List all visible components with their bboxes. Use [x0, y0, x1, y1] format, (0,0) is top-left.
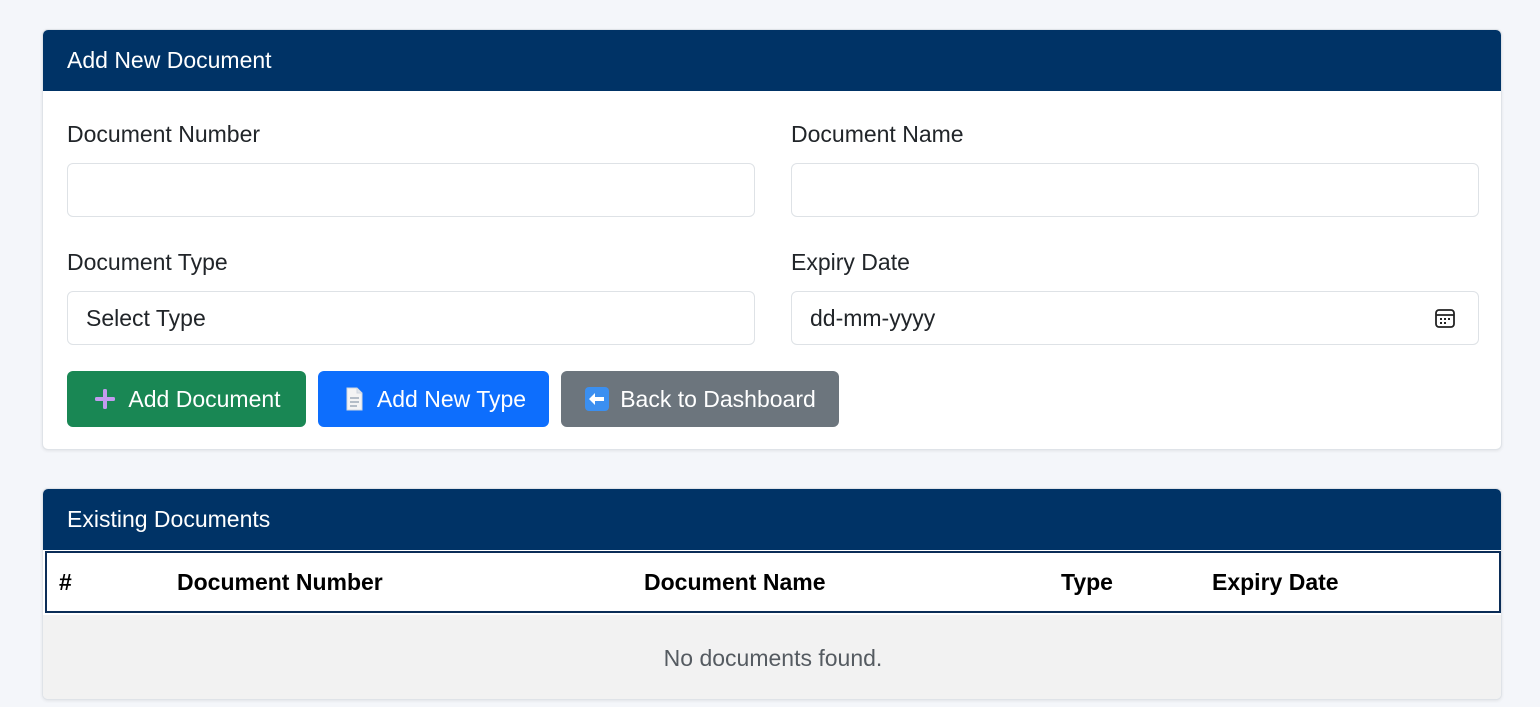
add-document-card: Add New Document Document Number Documen… [42, 29, 1502, 450]
empty-table-message: No documents found. [43, 615, 1501, 699]
add-document-title: Add New Document [67, 47, 272, 73]
back-to-dashboard-button[interactable]: Back to Dashboard [561, 371, 839, 427]
existing-documents-title: Existing Documents [67, 506, 271, 532]
column-header-document-number: Document Number [177, 568, 383, 595]
left-arrow-icon [585, 387, 610, 411]
add-document-button-label: Add Document [128, 385, 281, 412]
expiry-date-label: Expiry Date [791, 249, 910, 275]
add-document-header: Add New Document [43, 30, 1501, 91]
document-number-label: Document Number [67, 121, 261, 147]
column-header-document-name: Document Name [644, 568, 826, 595]
document-name-label: Document Name [791, 121, 964, 147]
add-new-type-button[interactable]: Add New Type [318, 371, 549, 427]
back-to-dashboard-button-label: Back to Dashboard [620, 385, 816, 412]
add-new-type-button-label: Add New Type [376, 385, 527, 412]
document-type-label: Document Type [67, 249, 228, 275]
column-header-type: Type [1061, 568, 1113, 595]
document-type-selected: Select Type [86, 304, 206, 331]
document-type-select[interactable]: Select Type [67, 291, 755, 345]
column-header-index: # [59, 568, 72, 595]
calendar-icon[interactable] [1434, 307, 1456, 329]
document-number-input[interactable] [67, 163, 755, 217]
add-document-button[interactable]: Add Document [67, 371, 306, 427]
existing-documents-card: Existing Documents # Document Number Doc… [42, 488, 1502, 700]
document-name-input[interactable] [791, 163, 1479, 217]
page-icon [346, 387, 363, 411]
add-document-form: Document Number Document Name Document T… [43, 91, 1501, 449]
column-header-expiry-date: Expiry Date [1212, 568, 1339, 595]
existing-documents-header: Existing Documents [43, 489, 1501, 550]
expiry-date-placeholder: dd-mm-yyyy [810, 304, 936, 331]
plus-icon [95, 389, 116, 409]
expiry-date-input[interactable]: dd-mm-yyyy [791, 291, 1479, 345]
table-header-row: # Document Number Document Name Type Exp… [45, 551, 1501, 613]
